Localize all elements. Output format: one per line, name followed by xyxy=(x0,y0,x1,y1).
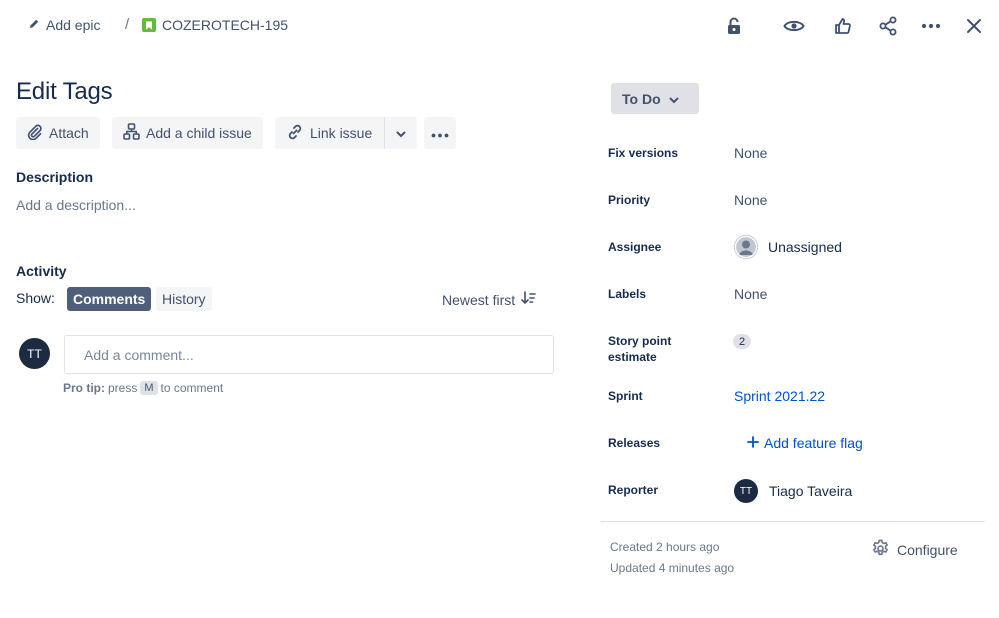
more-icon[interactable] xyxy=(918,13,944,39)
description-field[interactable]: Add a description... xyxy=(16,197,136,213)
hierarchy-icon xyxy=(123,123,140,143)
comment-input[interactable]: Add a comment... xyxy=(64,335,554,374)
add-child-issue-button[interactable]: Add a child issue xyxy=(112,117,263,149)
labels-label: Labels xyxy=(608,287,647,301)
breadcrumb-separator: / xyxy=(125,16,130,33)
tab-comments[interactable]: Comments xyxy=(67,287,152,311)
link-issue-dropdown-button[interactable] xyxy=(385,117,417,149)
more-icon xyxy=(431,125,449,141)
description-heading: Description xyxy=(16,169,94,185)
attach-button[interactable]: Attach xyxy=(16,117,100,149)
chevron-down-icon xyxy=(396,125,406,141)
user-icon xyxy=(734,235,758,259)
story-point-badge[interactable]: 2 xyxy=(733,334,751,349)
issue-key-link[interactable]: COZEROTECH-195 xyxy=(142,17,288,33)
divider xyxy=(601,521,985,522)
releases-label: Releases xyxy=(608,436,661,450)
story-point-label-line2: estimate xyxy=(608,350,657,364)
gear-icon xyxy=(871,539,890,561)
story-point-label: Story point estimate xyxy=(608,333,671,365)
pencil-icon xyxy=(28,17,40,33)
assignee-label: Assignee xyxy=(608,240,662,254)
attach-label: Attach xyxy=(49,125,89,141)
add-epic-link[interactable]: Add epic xyxy=(28,17,100,33)
show-label: Show: xyxy=(16,290,55,306)
priority-label: Priority xyxy=(608,193,651,207)
sprint-label: Sprint xyxy=(608,389,643,403)
thumbs-up-icon[interactable] xyxy=(830,13,856,39)
assignee-value: Unassigned xyxy=(768,239,842,255)
sort-descending-icon xyxy=(521,291,536,308)
fix-versions-label: Fix versions xyxy=(608,146,679,160)
updated-timestamp: Updated 4 minutes ago xyxy=(610,561,735,575)
activity-heading: Activity xyxy=(16,263,67,279)
issue-key-label: COZEROTECH-195 xyxy=(162,17,289,33)
sort-order-button[interactable]: Newest first xyxy=(442,291,536,308)
plus-icon xyxy=(747,435,759,451)
chevron-down-icon xyxy=(669,91,679,107)
sprint-link[interactable]: Sprint 2021.22 xyxy=(734,388,825,404)
story-icon xyxy=(142,18,156,32)
close-icon[interactable] xyxy=(961,13,987,39)
pro-tip: Pro tip: press M to comment xyxy=(63,381,223,395)
tab-history[interactable]: History xyxy=(156,287,212,311)
issue-header: Add epic / COZEROTECH-195 xyxy=(0,0,999,56)
created-timestamp: Created 2 hours ago xyxy=(610,540,720,554)
fix-versions-value[interactable]: None xyxy=(734,145,767,161)
reporter-field[interactable]: TT Tiago Taveira xyxy=(734,479,852,503)
lock-icon[interactable] xyxy=(721,13,747,39)
add-epic-label: Add epic xyxy=(46,17,101,33)
link-issue-label: Link issue xyxy=(310,125,373,141)
paperclip-icon xyxy=(27,124,43,143)
sort-label: Newest first xyxy=(442,291,516,308)
add-feature-flag-button[interactable]: Add feature flag xyxy=(747,435,863,451)
configure-button[interactable]: Configure xyxy=(871,539,958,561)
status-dropdown[interactable]: To Do xyxy=(611,83,699,114)
avatar: TT xyxy=(19,338,50,369)
issue-title[interactable]: Edit Tags xyxy=(16,78,113,106)
story-point-label-line1: Story point xyxy=(608,334,672,348)
avatar: TT xyxy=(734,479,758,503)
keyboard-shortcut-key: M xyxy=(140,381,158,395)
pro-tip-press: press xyxy=(108,381,138,395)
pro-tip-rest: to comment xyxy=(160,381,224,395)
reporter-value: Tiago Taveira xyxy=(769,483,853,499)
configure-label: Configure xyxy=(897,542,958,558)
add-feature-flag-label: Add feature flag xyxy=(764,435,863,451)
pro-tip-label: Pro tip: xyxy=(63,381,105,395)
add-child-issue-label: Add a child issue xyxy=(146,125,252,141)
eye-icon[interactable] xyxy=(781,13,807,39)
share-icon[interactable] xyxy=(875,13,901,39)
labels-value[interactable]: None xyxy=(734,286,767,302)
assignee-field[interactable]: Unassigned xyxy=(734,235,842,259)
link-icon xyxy=(286,123,304,144)
link-issue-button[interactable]: Link issue xyxy=(275,117,385,149)
status-label: To Do xyxy=(622,90,661,107)
more-actions-button[interactable] xyxy=(424,117,456,149)
reporter-label: Reporter xyxy=(608,483,659,497)
priority-value[interactable]: None xyxy=(734,192,767,208)
